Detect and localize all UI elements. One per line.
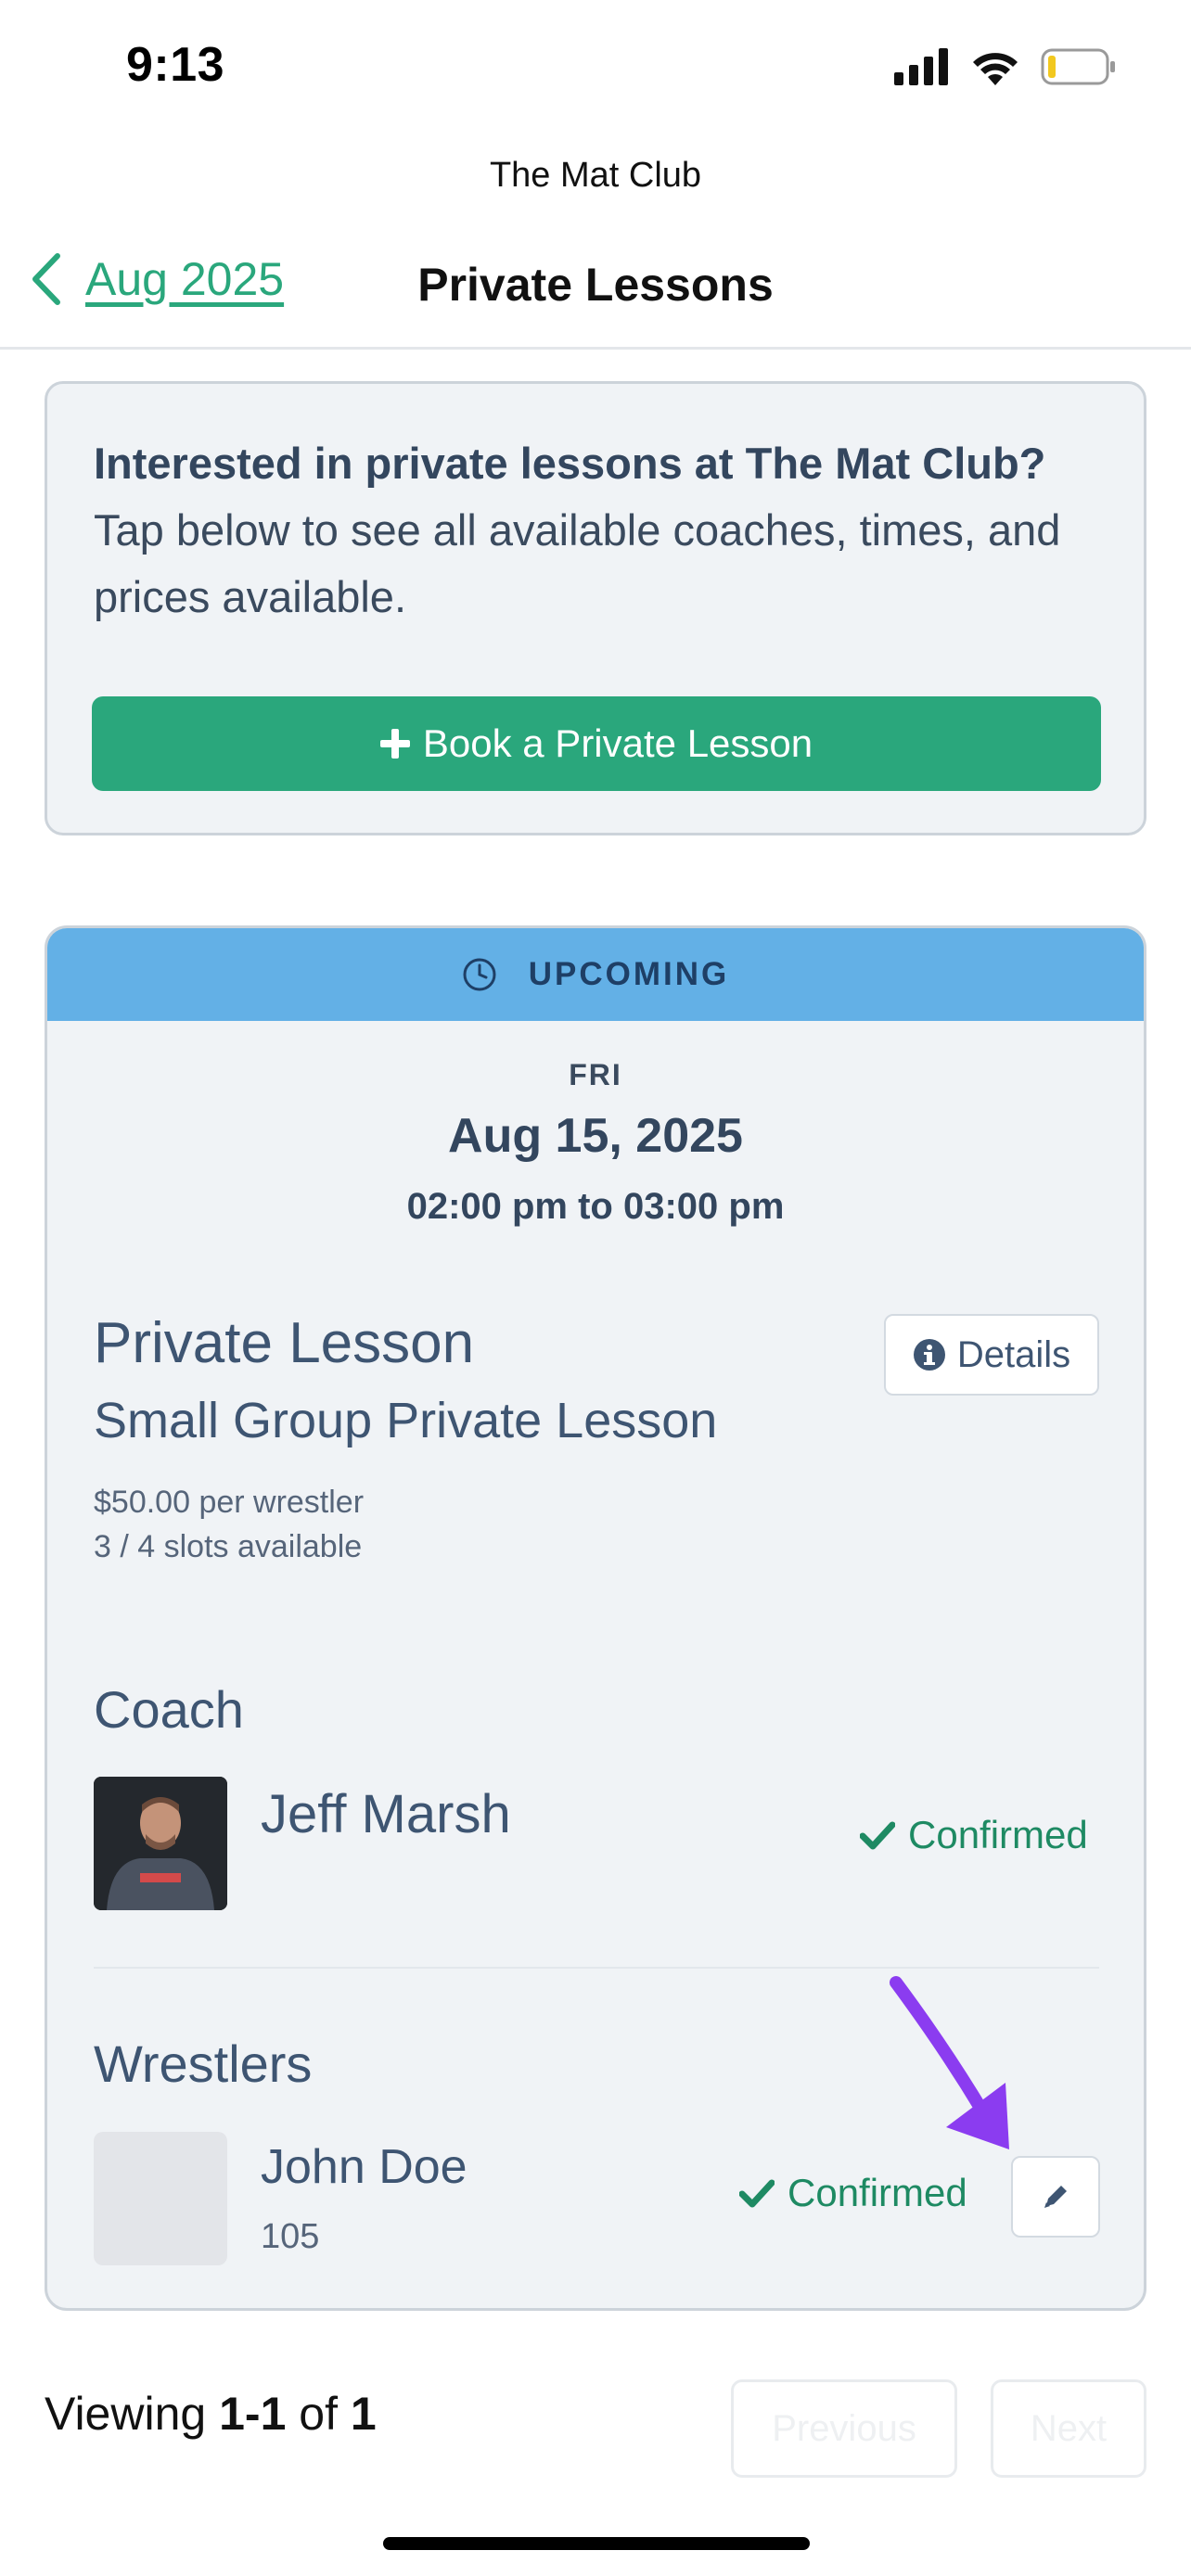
home-indicator[interactable] (383, 2537, 810, 2550)
pagination-summary: Viewing 1-1 of 1 (45, 2387, 377, 2441)
book-private-lesson-button[interactable]: Book a Private Lesson (92, 696, 1101, 791)
coach-status-label: Confirmed (908, 1813, 1088, 1856)
wrestlers-section-title: Wrestlers (94, 2034, 313, 2093)
coach-section-title: Coach (94, 1680, 244, 1739)
lesson-slots: 3 / 4 slots available (94, 1529, 363, 1564)
details-label: Details (956, 1333, 1071, 1375)
wrestler-avatar-placeholder (94, 2132, 227, 2265)
section-divider (94, 1967, 1099, 1969)
wifi-icon (973, 53, 1018, 85)
upcoming-banner: UPCOMING (47, 928, 1144, 1021)
wrestler-status-label: Confirmed (788, 2171, 967, 2214)
promo-body-text: Tap below to see all available coaches, … (94, 505, 1061, 621)
book-button-label: Book a Private Lesson (422, 721, 813, 765)
promo-card: Interested in private lessons at The Mat… (45, 381, 1146, 835)
viewing-of: of (299, 2388, 338, 2440)
viewing-range: 1-1 (219, 2388, 287, 2440)
previous-button[interactable]: Previous (731, 2379, 957, 2478)
plus-icon (379, 729, 410, 759)
promo-text: Interested in private lessons at The Mat… (94, 430, 1105, 631)
coach-status: Confirmed (860, 1813, 1088, 1857)
page-title: Private Lessons (417, 259, 774, 311)
checkmark-icon (860, 1821, 895, 1850)
wrestler-weight: 105 (261, 2217, 320, 2256)
checkmark-icon (739, 2179, 775, 2208)
promo-bold-text: Interested in private lessons at The Mat… (94, 439, 1046, 488)
battery-icon (1041, 48, 1115, 85)
lesson-day: FRI (569, 1058, 622, 1091)
wrestler-name: John Doe (261, 2140, 467, 2194)
coach-name: Jeff Marsh (261, 1784, 511, 1844)
info-icon (913, 1339, 945, 1371)
details-button[interactable]: Details (884, 1314, 1099, 1396)
lesson-type: Private Lesson (94, 1311, 475, 1375)
clock-icon (463, 958, 496, 991)
cellular-signal-icon (894, 48, 948, 85)
edit-wrestler-button[interactable] (1011, 2156, 1100, 2238)
pencil-icon (1044, 2186, 1067, 2208)
annotation-arrow-icon (890, 1976, 1009, 2149)
coach-avatar (94, 1777, 227, 1910)
lesson-time: 02:00 pm to 03:00 pm (406, 1186, 785, 1227)
lesson-date: Aug 15, 2025 (448, 1109, 743, 1163)
status-time: 9:13 (126, 38, 225, 92)
club-name: The Mat Club (489, 156, 702, 195)
lesson-subtype: Small Group Private Lesson (94, 1393, 718, 1448)
viewing-total: 1 (350, 2388, 377, 2440)
next-button[interactable]: Next (991, 2379, 1146, 2478)
header-divider (0, 347, 1191, 350)
status-icons (894, 48, 1117, 85)
upcoming-label: UPCOMING (528, 956, 730, 992)
lesson-price: $50.00 per wrestler (94, 1485, 365, 1520)
viewing-prefix: Viewing (45, 2388, 207, 2440)
wrestler-status: Confirmed (739, 2171, 967, 2215)
